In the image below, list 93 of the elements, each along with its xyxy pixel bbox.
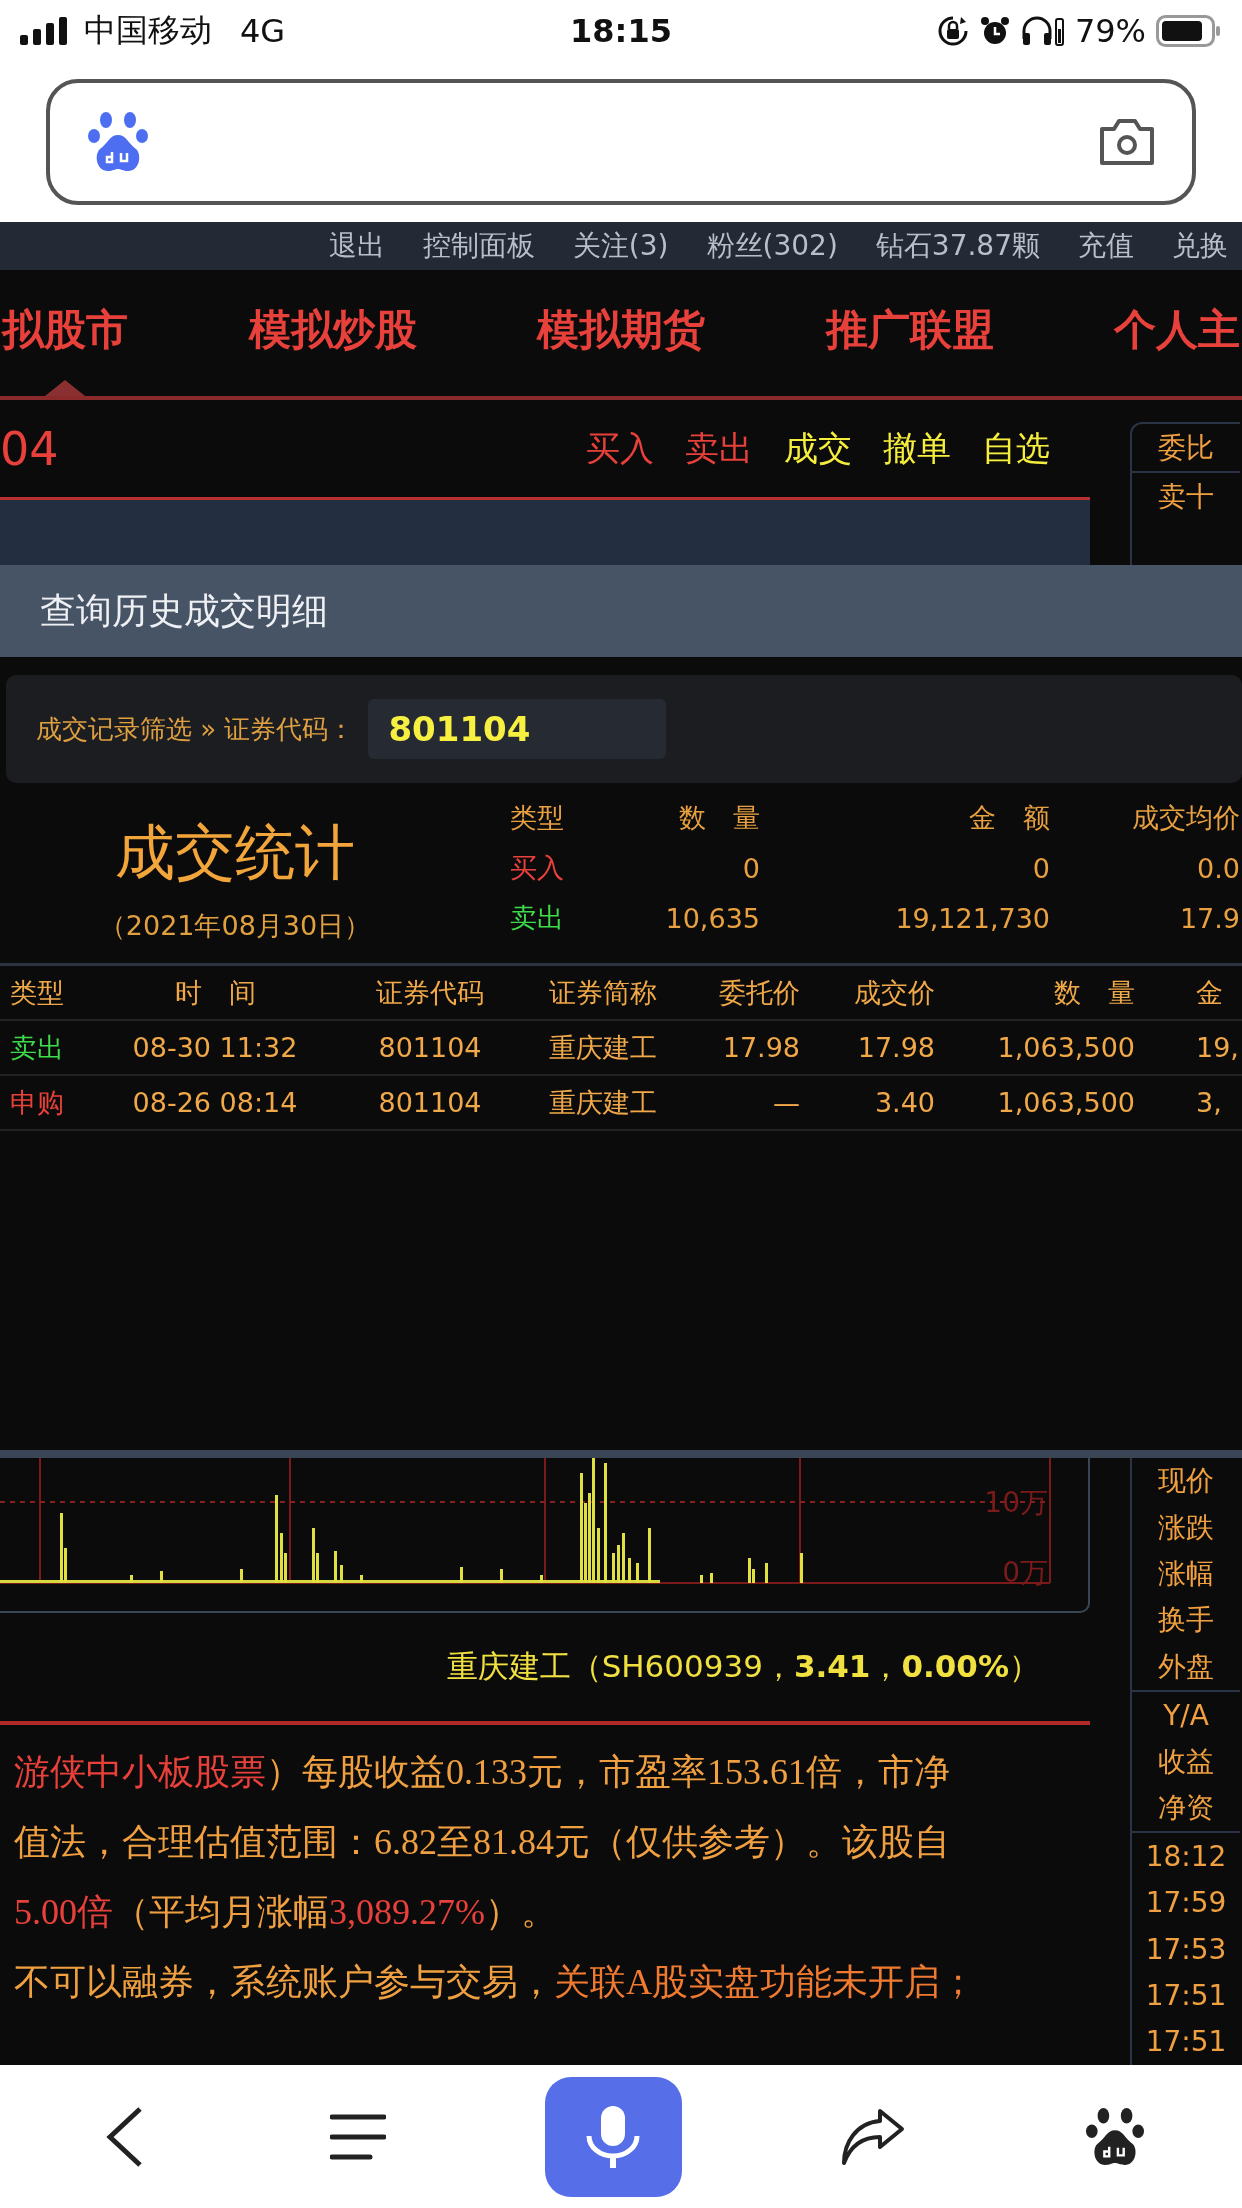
table-cell-text: 重庆建工: [547, 1030, 658, 1065]
column-header: 金 额: [968, 801, 1050, 835]
stock-description-text: 游侠中小板股票）每股收益0.133元，市盈率153.61倍，市净 值法，合理估值范围：6.82至81.84元（仅供参考）。该股自 5.00倍（平均月涨幅3,089.27%）。 不可以融券，系统账户参与交易，关联A股实盘功能未开启；: [13, 1751, 977, 2004]
side-label: 收益: [1157, 1743, 1215, 1780]
trade-type-text: 卖出: [510, 901, 565, 935]
column-header: 委托价: [718, 975, 801, 1010]
trade-action-tab[interactable]: 自选: [982, 425, 1050, 472]
stats-date: （2021年08月30日）: [98, 908, 372, 943]
camera-icon[interactable]: [1098, 117, 1156, 167]
nav-tab[interactable]: 模拟期货: [537, 302, 705, 396]
table-cell-text: 1,063,500: [996, 1087, 1136, 1118]
microphone-icon: [585, 2103, 641, 2170]
table-cell-text: —: [772, 1087, 801, 1118]
table-cell-text: 3.40: [873, 1087, 936, 1118]
stats-value: 17.9: [1178, 902, 1240, 934]
table-cell-text: 17.98: [856, 1032, 936, 1063]
side-label: 委比: [1132, 424, 1240, 473]
side-label: 外盘: [1132, 1643, 1240, 1692]
table-cell-text: 08-26 08:14: [131, 1087, 299, 1118]
paw-logo-icon[interactable]: [1086, 2105, 1144, 2168]
top-link[interactable]: 退出: [328, 227, 385, 265]
trade-action-tab[interactable]: 成交: [784, 425, 852, 472]
dialog-title: 查询历史成交明细: [40, 588, 328, 633]
table-cell-text: 801104: [377, 1087, 483, 1118]
table-cell-text: 08-30 11:32: [131, 1032, 299, 1063]
battery-icon: [1156, 15, 1222, 47]
axis-label: 10万: [984, 1485, 1048, 1521]
stock-summary: 重庆建工（SH600939，3.41，0.00%）: [446, 1647, 1040, 1686]
top-link[interactable]: 钻石37.87颗: [875, 227, 1040, 265]
nav-tab[interactable]: 模拟炒股: [248, 302, 417, 396]
rotation-lock-icon: [936, 15, 969, 47]
trade-time: 18:12: [1144, 1838, 1228, 1875]
side-label: 净资: [1132, 1784, 1240, 1834]
top-link[interactable]: 兑换: [1172, 227, 1228, 265]
trade-time: 17:59: [1144, 1885, 1228, 1922]
top-link[interactable]: 控制面板: [422, 227, 535, 265]
column-header: 金: [1195, 975, 1224, 1010]
column-header: 类型: [10, 975, 65, 1010]
top-link[interactable]: 关注(3): [572, 227, 669, 265]
trade-type-cell-text: 申购: [10, 1085, 65, 1120]
side-label: 换手: [1157, 1602, 1215, 1639]
column-header: 成交均价: [1131, 801, 1240, 835]
stats-title: 成交统计: [115, 815, 355, 889]
top-link[interactable]: 充值: [1078, 227, 1134, 265]
network-type: 4G: [240, 12, 286, 50]
column-header: 类型: [510, 801, 565, 835]
menu-icon[interactable]: [330, 2112, 386, 2161]
table-cell-text: 1,063,500: [996, 1032, 1136, 1063]
stats-value: 0: [1031, 852, 1050, 884]
voice-search-button[interactable]: [544, 2076, 682, 2197]
nav-tab[interactable]: 推广联盟: [825, 302, 994, 396]
trade-action-tab[interactable]: 卖出: [685, 425, 753, 472]
nav-tab[interactable]: 个人主: [1114, 302, 1240, 396]
trade-time: 17:53: [1144, 1931, 1228, 1968]
stats-value: 19,121,730: [894, 902, 1050, 934]
side-label: 涨跌: [1157, 1509, 1215, 1546]
side-label: Y/A: [1162, 1697, 1210, 1734]
table-cell-text: 19,: [1195, 1032, 1240, 1063]
search-field[interactable]: [46, 79, 1196, 205]
alarm-clock-icon: [978, 15, 1011, 47]
top-link[interactable]: 粉丝(302): [706, 227, 838, 265]
clock-time: 18:15: [569, 12, 673, 50]
stats-value: 0.0: [1196, 852, 1240, 884]
back-icon[interactable]: [104, 2104, 144, 2169]
signal-icon: [20, 17, 70, 45]
table-cell-text: 重庆建工: [547, 1085, 658, 1120]
table-cell-text: 17.98: [721, 1032, 801, 1063]
stock-code-text: 04: [0, 421, 59, 476]
trade-action-tab[interactable]: 买入: [586, 425, 654, 472]
carrier-name: 中国移动: [84, 10, 212, 51]
trade-type-text: 买入: [510, 851, 565, 885]
column-header: 证券代码: [375, 975, 485, 1010]
table-cell-text: 3,: [1195, 1087, 1223, 1118]
trade-type-cell-text: 卖出: [10, 1030, 65, 1065]
stats-value: 0: [741, 852, 760, 884]
headphones-icon: [1020, 15, 1065, 47]
filter-label: 成交记录筛选 » 证券代码：: [36, 712, 355, 746]
code-input-field[interactable]: 801104: [368, 699, 667, 759]
column-header: 时 间: [173, 975, 257, 1010]
table-cell-text: 801104: [377, 1032, 483, 1063]
battery-percent: 79%: [1074, 12, 1146, 50]
trade-time: 17:51: [1144, 2024, 1228, 2061]
side-label: 现价: [1157, 1463, 1215, 1500]
column-header: 数 量: [1053, 975, 1136, 1010]
stats-value: 10,635: [664, 902, 760, 934]
share-icon[interactable]: [840, 2106, 906, 2167]
column-header: 数 量: [678, 801, 760, 835]
trade-action-tab[interactable]: 撤单: [883, 425, 951, 472]
side-label: 涨幅: [1157, 1555, 1215, 1592]
side-label: 卖十: [1157, 478, 1215, 515]
column-header: 证券简称: [547, 975, 658, 1010]
trade-time: 17:51: [1144, 1978, 1228, 2014]
column-header: 成交价: [853, 975, 936, 1010]
